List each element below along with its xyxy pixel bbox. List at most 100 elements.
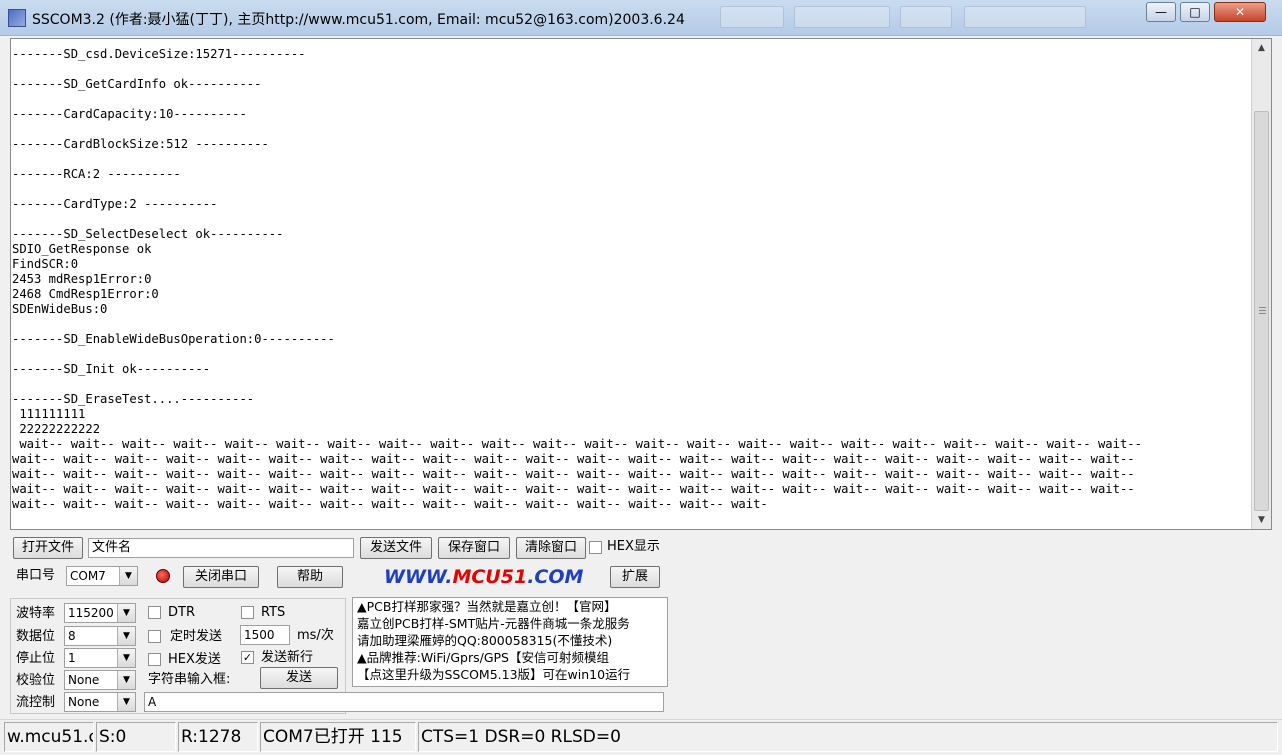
check-mark-icon: ✓ [242,651,253,664]
timed-send-checkbox[interactable] [148,630,161,643]
chevron-down-icon[interactable]: ▼ [117,693,135,711]
mcu51-logo[interactable]: WWW.MCU51.COM [384,566,583,588]
vertical-scrollbar[interactable]: ▲ ▼ [1251,39,1271,529]
timed-send-label: 定时发送 [170,629,223,644]
clear-window-button[interactable]: 清除窗口 [516,537,586,559]
receive-line: wait-- wait-- wait-- wait-- wait-- wait-… [12,497,768,511]
receive-line [12,62,1250,77]
faded-tab [794,6,890,28]
status-site: w.mcu51.c [4,722,94,752]
receive-area[interactable]: -------SD_csd.DeviceSize:15271----------… [10,38,1272,530]
chevron-down-icon[interactable]: ▼ [117,671,135,689]
scrollbar-thumb[interactable] [1254,111,1269,511]
status-bar: w.mcu51.c S:0 R:1278 COM7已打开 115 CTS=1 D… [0,719,1282,755]
receive-line: -------CardType:2 ---------- [12,197,218,211]
maximize-button[interactable]: □ [1180,2,1210,22]
baud-label: 波特率 [16,606,56,621]
hex-send-checkbox[interactable] [148,653,161,666]
ad-panel[interactable]: ▲PCB打样那家强？当然就是嘉立创！【官网】 嘉立创PCB打样-SMT贴片-元器… [352,597,668,687]
receive-line [12,347,1250,362]
receive-line: -------SD_EraseTest....---------- [12,392,255,406]
hex-display-label: HEX显示 [607,539,660,554]
receive-line [12,92,1250,107]
chevron-down-icon[interactable]: ▼ [117,604,135,622]
receive-line [12,152,1250,167]
flow-control-value: None [68,695,100,709]
scroll-up-icon[interactable]: ▲ [1252,39,1271,57]
window-title: SSCOM3.2 (作者:聂小猛(丁丁), 主页http://www.mcu51… [32,12,685,28]
ad-line[interactable]: ▲品牌推荐:WiFi/Gprs/GPS【安信可射频模组 [357,650,609,666]
send-interval-input[interactable]: 1500 [240,625,290,645]
status-received-count: R:1278 [178,722,258,752]
close-button[interactable]: ✕ [1214,2,1266,22]
receive-line: -------RCA:2 ---------- [12,167,181,181]
receive-line [12,182,1250,197]
flow-control-select[interactable]: None ▼ [64,692,136,712]
open-file-button[interactable]: 打开文件 [13,537,83,559]
receive-line: 2468 CmdResp1Error:0 [12,287,159,301]
receive-line: 22222222222 [12,422,101,436]
data-bits-select[interactable]: 8 ▼ [64,626,136,646]
help-button[interactable]: 帮助 [277,566,343,588]
receive-line: -------SD_csd.DeviceSize:15271---------- [12,47,306,61]
close-port-button[interactable]: 关闭串口 [183,566,259,588]
grip-icon [1259,307,1266,308]
receive-line: wait-- wait-- wait-- wait-- wait-- wait-… [12,452,1135,466]
scroll-down-icon[interactable]: ▼ [1252,511,1271,529]
ad-line[interactable]: 嘉立创PCB打样-SMT贴片-元器件商城一条龙服务 [357,616,630,632]
chevron-down-icon[interactable]: ▼ [119,567,137,585]
flow-control-label: 流控制 [16,695,56,710]
title-bar: SSCOM3.2 (作者:聂小猛(丁丁), 主页http://www.mcu51… [0,0,1282,36]
send-newline-checkbox[interactable]: ✓ [241,651,254,664]
chevron-down-icon[interactable]: ▼ [117,627,135,645]
parity-select[interactable]: None ▼ [64,670,136,690]
parity-value: None [68,673,100,687]
app-icon [8,9,26,27]
expand-button[interactable]: 扩展 [610,566,660,588]
send-button[interactable]: 发送 [260,667,338,689]
port-select[interactable]: COM7 ▼ [66,566,138,586]
receive-line [12,377,1250,392]
minimize-button[interactable]: — [1146,2,1176,22]
receive-line: FindSCR:0 [12,257,79,271]
receive-line [12,212,1250,227]
ad-line[interactable]: 请加助理梁雁婷的QQ:800058315(不懂技术) [357,633,612,649]
send-file-button[interactable]: 发送文件 [360,537,432,559]
rts-label: RTS [261,605,286,620]
parity-label: 校验位 [16,673,56,688]
receive-line: -------SD_SelectDeselect ok---------- [12,227,284,241]
port-status-led-icon [156,569,170,583]
receive-line: -------CardBlockSize:512 ---------- [12,137,269,151]
stop-bits-select[interactable]: 1 ▼ [64,648,136,668]
receive-line: 111111111 [12,407,86,421]
dtr-checkbox[interactable] [148,606,161,619]
rts-checkbox[interactable] [241,606,254,619]
receive-line: SDEnWideBus:0 [12,302,108,316]
faded-tab [720,6,784,28]
ad-line[interactable]: ▲PCB打样那家强？当然就是嘉立创！【官网】 [357,599,616,615]
chevron-down-icon[interactable]: ▼ [117,649,135,667]
receive-line [12,122,1250,137]
receive-line: -------SD_Init ok---------- [12,362,211,376]
receive-line: SDIO_GetResponse ok [12,242,152,256]
receive-line: wait-- wait-- wait-- wait-- wait-- wait-… [12,482,1135,496]
baud-select[interactable]: 115200 ▼ [64,603,136,623]
data-bits-label: 数据位 [16,629,56,644]
save-window-button[interactable]: 保存窗口 [438,537,510,559]
receive-line: -------CardCapacity:10---------- [12,107,247,121]
dtr-label: DTR [168,605,195,620]
string-input-label: 字符串输入框: [148,672,231,687]
receive-line: wait-- wait-- wait-- wait-- wait-- wait-… [12,437,1142,451]
ad-line[interactable]: 【点这里升级为SSCOM5.13版】可在win10运行 [357,667,630,683]
baud-value: 115200 [68,606,114,620]
receive-line: -------SD_GetCardInfo ok---------- [12,77,262,91]
send-newline-label: 发送新行 [261,650,314,665]
logo-mid: MCU51 [452,566,528,588]
logo-suffix: .COM [527,566,584,588]
logo-prefix: WWW. [384,566,453,588]
port-label: 串口号 [16,568,56,583]
hex-display-checkbox[interactable] [589,541,602,554]
filename-input[interactable]: 文件名 [88,538,354,558]
send-text-input[interactable]: A [144,692,664,712]
faded-tab [900,6,952,28]
